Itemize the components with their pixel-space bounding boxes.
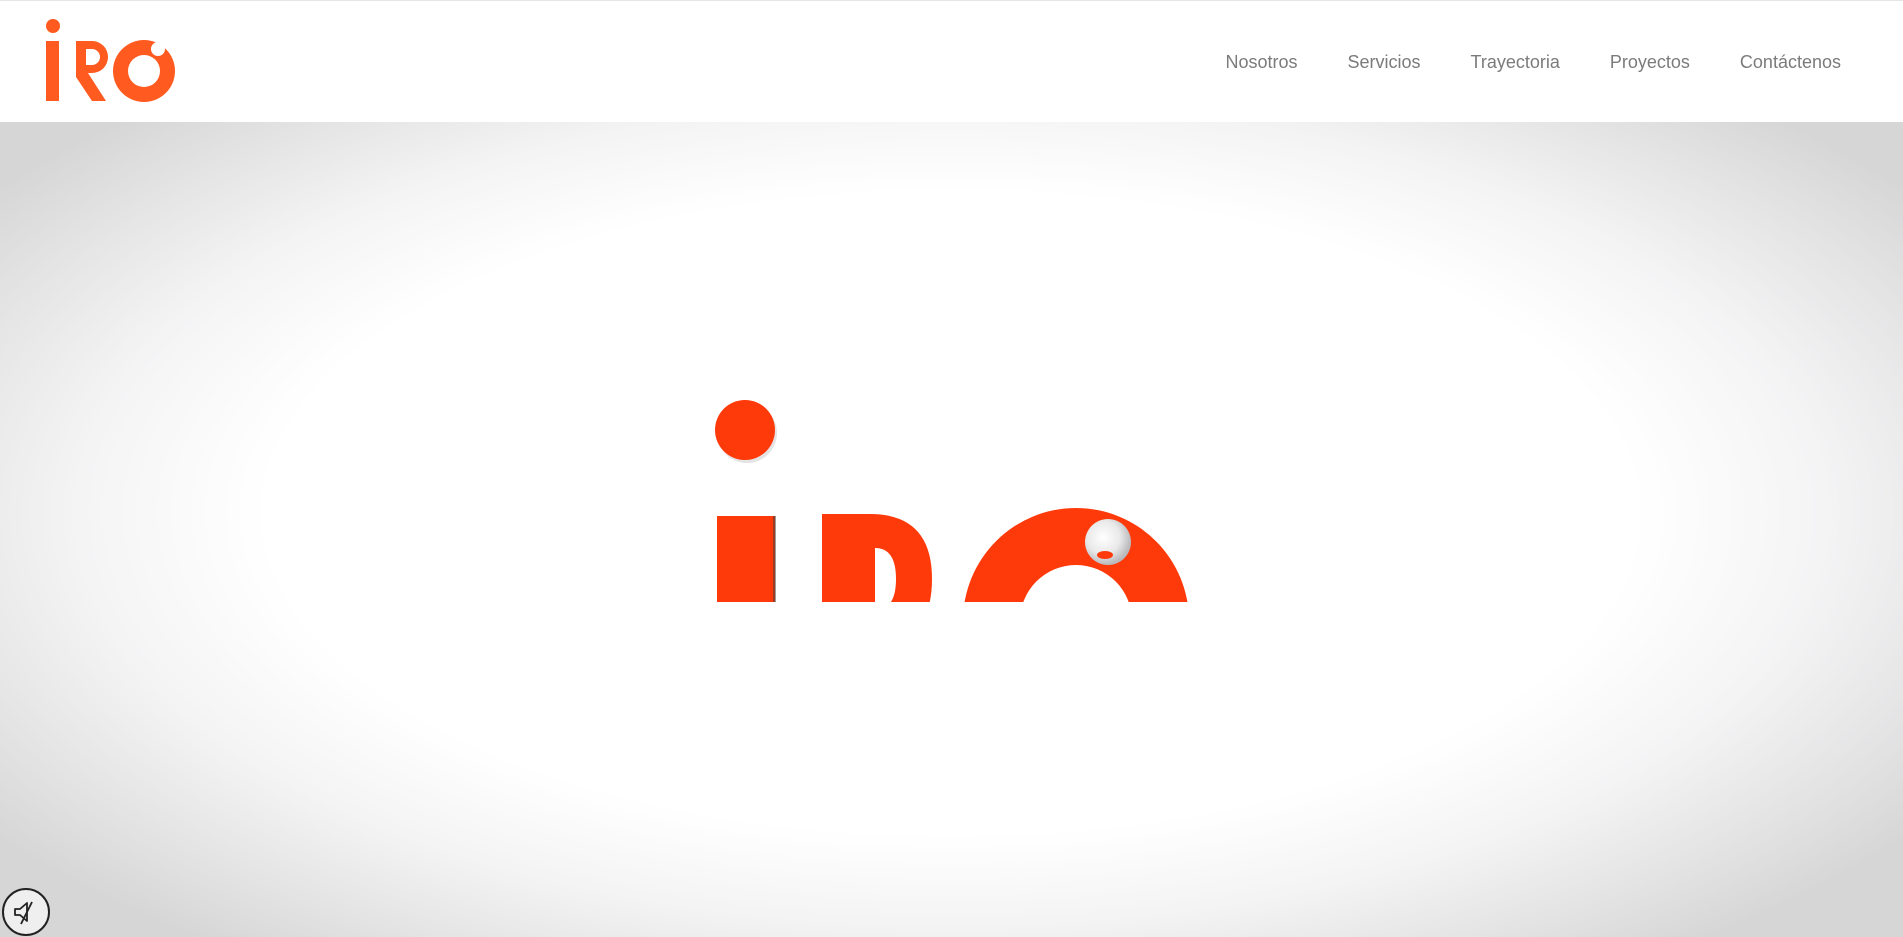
main-nav: Nosotros Servicios Trayectoria Proyectos… [1175, 51, 1841, 73]
nav-item-proyectos[interactable]: Proyectos [1610, 51, 1690, 73]
audio-toggle-button[interactable] [2, 888, 50, 936]
site-header: Nosotros Servicios Trayectoria Proyectos… [0, 0, 1903, 122]
page: Nosotros Servicios Trayectoria Proyectos… [0, 0, 1903, 937]
header-logo [46, 19, 175, 102]
hero-logo [715, 400, 1188, 602]
nav-item-servicios[interactable]: Servicios [1347, 51, 1420, 73]
nav-item-nosotros[interactable]: Nosotros [1225, 51, 1297, 73]
hero-video [0, 122, 1903, 937]
speaker-muted-icon [14, 901, 33, 925]
nav-item-contactenos[interactable]: Contáctenos [1740, 51, 1841, 73]
nav-item-trayectoria[interactable]: Trayectoria [1471, 51, 1560, 73]
